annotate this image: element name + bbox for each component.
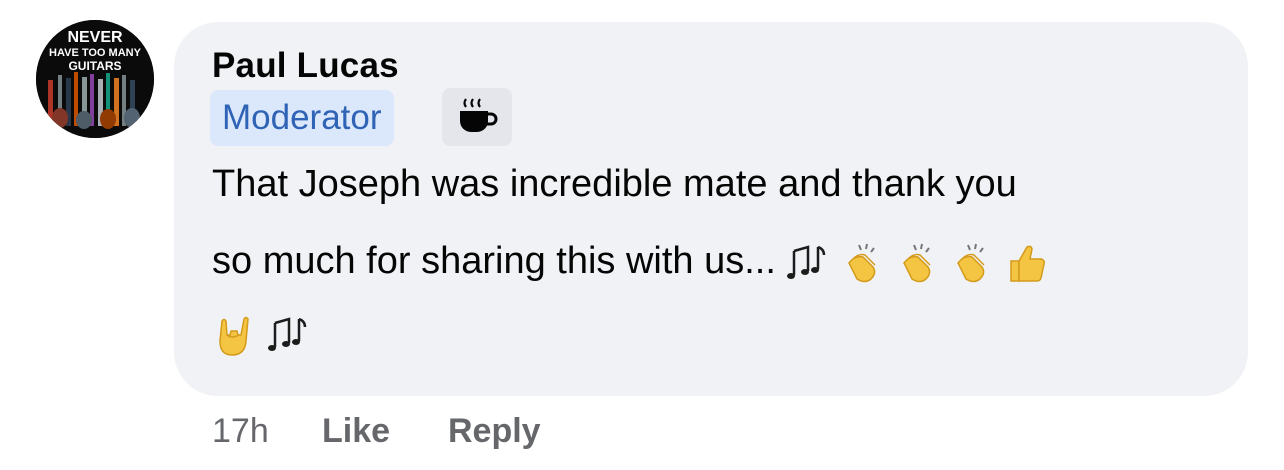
- reply-button[interactable]: Reply: [448, 412, 541, 451]
- comment-text: so much for sharing this with us...: [212, 240, 776, 282]
- comment-text-line-1: That Joseph was incredible mate and than…: [212, 163, 1017, 206]
- comment-text-line-2: so much for sharing this with us...: [212, 240, 1049, 285]
- musical-notes-icon: [786, 241, 830, 285]
- comment-text: That Joseph was incredible mate and than…: [212, 163, 1017, 205]
- clapping-hands-icon: [841, 241, 885, 285]
- thumbs-up-icon: [1005, 241, 1049, 285]
- musical-notes-icon: [267, 313, 311, 357]
- clapping-hands-icon: [950, 241, 994, 285]
- logo-text-guitars: GUITARS: [68, 59, 121, 73]
- never-have-too-many-guitars-logo: NEVER HAVE TOO MANY GUITARS: [36, 20, 154, 138]
- comment-text-line-3: [212, 312, 311, 357]
- like-button[interactable]: Like: [322, 412, 390, 451]
- coffee-cup-icon: [460, 98, 498, 132]
- comment-timestamp[interactable]: 17h: [212, 412, 269, 451]
- author-avatar[interactable]: NEVER HAVE TOO MANY GUITARS: [36, 20, 154, 138]
- logo-text-have-too-many: HAVE TOO MANY: [49, 47, 142, 59]
- logo-text-never: NEVER: [67, 29, 123, 46]
- clapping-hands-icon: [896, 241, 940, 285]
- comment-author-name[interactable]: Paul Lucas: [212, 46, 399, 86]
- coffee-badge[interactable]: [442, 88, 512, 146]
- sign-of-the-horns-icon: [212, 313, 256, 357]
- moderator-badge[interactable]: Moderator: [210, 90, 394, 146]
